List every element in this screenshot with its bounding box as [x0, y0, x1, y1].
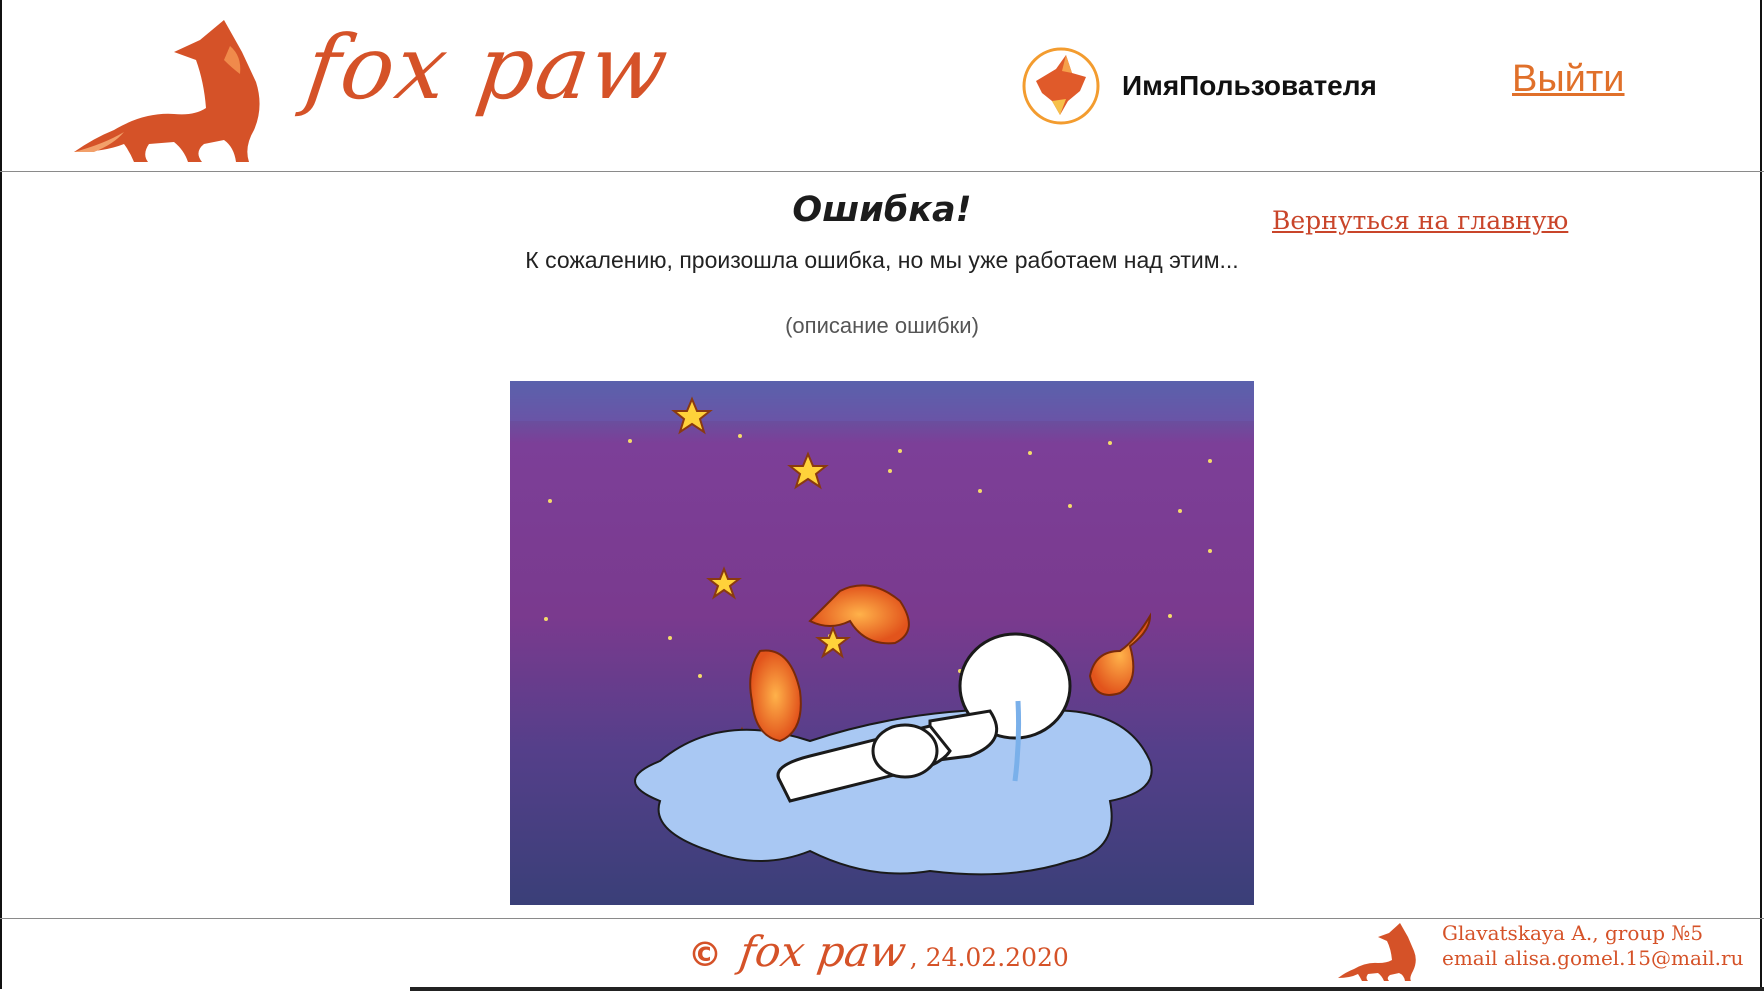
fox-logo-icon[interactable] [74, 12, 294, 167]
fox-small-icon [1338, 923, 1416, 981]
author-info: Glavatskaya A., group №5 email alisa.gom… [1442, 921, 1743, 971]
author-email: email alisa.gomel.15@mail.ru [1442, 946, 1744, 970]
username-label: ИмяПользователя [1122, 70, 1377, 101]
site-footer: © fox paw , 24.02.2020 Glavatskaya A., g… [0, 918, 1764, 992]
copyright-icon: © [688, 935, 722, 975]
footer-date: , 24.02.2020 [909, 943, 1069, 972]
fox-avatar-icon[interactable] [1022, 47, 1100, 125]
footer-brand-text: fox paw [736, 927, 910, 976]
back-to-home-link[interactable]: Вернуться на главную [1272, 206, 1568, 235]
bottom-edge-bar [410, 987, 1764, 991]
error-illustration [510, 381, 1254, 905]
copyright-row: © fox paw , 24.02.2020 [688, 927, 1069, 976]
error-description: (описание ошибки) [785, 313, 979, 338]
error-message: К сожалению, произошла ошибка, но мы уже… [525, 247, 1239, 273]
brand-logo-text: fox paw [299, 16, 676, 119]
site-header: fox paw ИмяПользователя Выйти [0, 0, 1764, 172]
author-name: Glavatskaya A., group №5 [1442, 921, 1704, 945]
logout-link[interactable]: Выйти [1512, 58, 1625, 101]
